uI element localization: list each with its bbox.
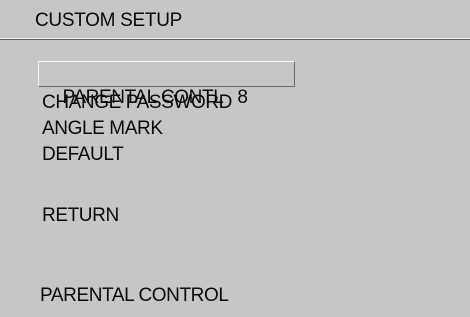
setup-menu: PARENTAL CONTL 8 CHANGE PASSWORD ANGLE MA… — [38, 61, 299, 168]
return-button[interactable]: RETURN — [42, 205, 119, 227]
menu-item-default[interactable]: DEFAULT — [42, 142, 299, 168]
menu-item-angle-mark[interactable]: ANGLE MARK — [42, 116, 299, 142]
status-text: PARENTAL CONTROL — [40, 285, 229, 306]
menu-item-label: PARENTAL CONTL — [62, 87, 224, 108]
parental-level-value: 8 — [237, 87, 248, 108]
page-title: CUSTOM SETUP — [35, 10, 183, 31]
menu-item-parental-control[interactable]: PARENTAL CONTL 8 — [38, 61, 295, 108]
